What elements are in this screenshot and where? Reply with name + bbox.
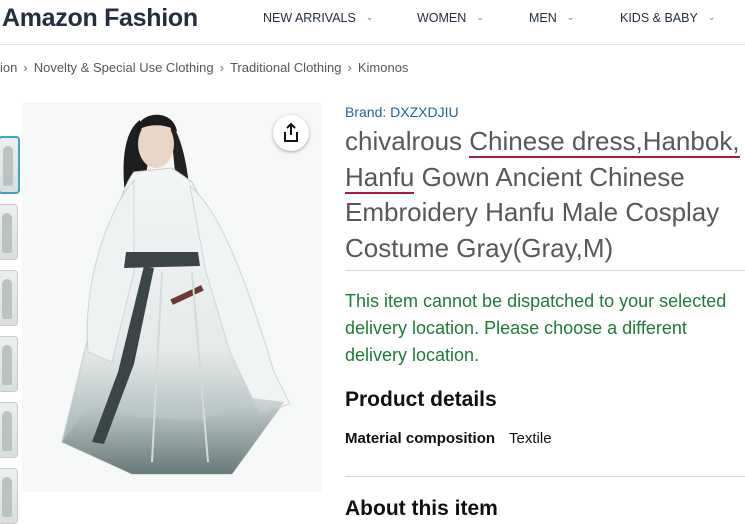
- breadcrumb-separator-icon: ›: [219, 60, 224, 75]
- breadcrumb: ion › Novelty & Special Use Clothing › Tradi…: [0, 60, 408, 75]
- chevron-down-icon: ⌄: [707, 12, 716, 22]
- product-details-heading: Product details: [345, 388, 497, 411]
- detail-label: Material composition: [345, 430, 496, 447]
- about-this-item-heading: About this item: [345, 497, 498, 520]
- chevron-down-icon: ⌄: [365, 12, 374, 22]
- breadcrumb-item[interactable]: Kimonos: [358, 60, 409, 75]
- title-part: chivalrous: [345, 126, 470, 156]
- thumbnail-image[interactable]: [0, 402, 18, 458]
- thumbnail-image[interactable]: [0, 136, 20, 194]
- breadcrumb-item[interactable]: Novelty & Special Use Clothing: [34, 60, 214, 75]
- breadcrumb-item[interactable]: Traditional Clothing: [230, 60, 342, 75]
- breadcrumb-separator-icon: ›: [23, 60, 28, 75]
- thumbnail-image[interactable]: [0, 204, 18, 260]
- nav-label: KIDS & BABY: [620, 11, 698, 25]
- store-logo[interactable]: Amazon Fashion: [2, 4, 198, 33]
- availability-message: This item cannot be dispatched to your s…: [345, 291, 727, 365]
- nav-label: MEN: [529, 11, 557, 25]
- section-divider: [345, 476, 745, 477]
- section-divider: [345, 270, 745, 271]
- share-icon: [284, 122, 298, 142]
- nav-label: WOMEN: [417, 11, 467, 25]
- share-button[interactable]: [273, 115, 309, 151]
- thumbnail-image[interactable]: [0, 336, 18, 392]
- nav-label: NEW ARRIVALS: [263, 11, 356, 25]
- brand-link[interactable]: Brand: DXZXDJIU: [345, 104, 459, 120]
- nav-men[interactable]: MEN ⌄: [529, 11, 574, 25]
- top-navigation: Amazon Fashion NEW ARRIVALS ⌄ WOMEN ⌄ MEN ⌄…: [0, 0, 745, 40]
- breadcrumb-separator-icon: ›: [347, 60, 352, 75]
- breadcrumb-item[interactable]: ion: [0, 60, 17, 75]
- detail-row: Material composition Textile: [345, 430, 552, 447]
- title-part-underlined: Hanfu: [345, 161, 415, 194]
- product-title: chivalrous Chinese dress,Hanbok, Hanfu G…: [345, 124, 745, 266]
- header-divider: [0, 44, 745, 45]
- thumbnail-image[interactable]: [0, 468, 18, 524]
- thumbnail-image[interactable]: [0, 270, 18, 326]
- chevron-down-icon: ⌄: [476, 12, 484, 22]
- hanfu-figure-illustration: [61, 114, 291, 475]
- nav-women[interactable]: WOMEN ⌄: [417, 11, 484, 25]
- product-main-image[interactable]: [22, 102, 322, 492]
- chevron-down-icon: ⌄: [566, 12, 575, 22]
- nav-new-arrivals[interactable]: NEW ARRIVALS ⌄: [263, 11, 373, 25]
- nav-kids-baby[interactable]: KIDS & BABY ⌄: [620, 11, 715, 25]
- detail-value: Textile: [509, 430, 552, 447]
- title-part-underlined: Chinese dress,Hanbok,: [469, 126, 740, 158]
